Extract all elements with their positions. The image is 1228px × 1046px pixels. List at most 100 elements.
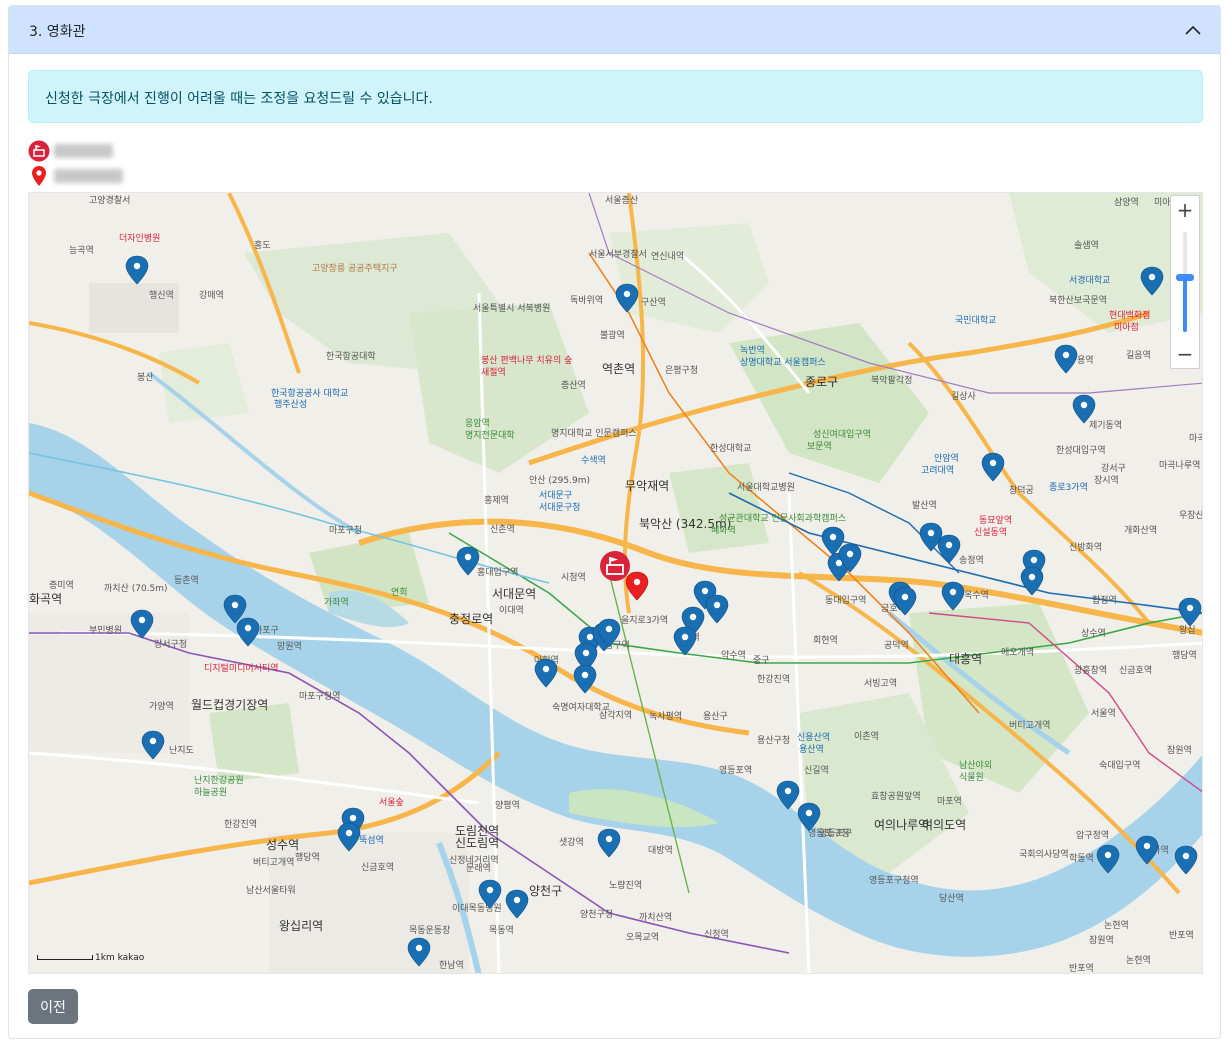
map-place-label: 월드컵경기장역 [191,698,268,712]
map-place-label: 수색역 [581,455,606,466]
map-place-label: 버티고개역 [253,857,294,868]
map-place-label: 여의도역 [922,818,966,832]
selected-cinema-marker [600,551,630,581]
map-place-label: 한남역 [439,960,464,971]
map-place-label: 한국항공대학 [326,351,376,362]
map-place-label: 신정역 [704,929,729,940]
map-place-label: 서울특별시 서북병원 [473,303,550,314]
map-place-label: 화곡역 [29,592,62,606]
map-place-label: 시청역 [561,572,586,583]
map-place-label: 성균관대학교 인문사회과학캠퍼스 [719,512,846,524]
map-place-label: 고려대역 [921,465,954,476]
zoom-out-button[interactable]: − [1171,340,1199,368]
map-place-label: 서울서부경찰서 [589,248,647,260]
map-place-label: 강서구청 [154,639,187,650]
map-place-label: 종로3가역 [1049,482,1088,493]
legend-cinema-label: ▇▇▇▇▇▇ [54,144,114,158]
map-place-label: 봉산 편백나무 치유의 숲 [481,354,572,366]
map-place-label: 녹사평역 [649,711,682,722]
map-place-label: 국민대학교 [955,315,996,326]
map-place-label: 용산역 [799,744,824,755]
map-place-label: 발산역 [912,500,937,511]
map-place-label: 성신여대입구역 [813,428,871,440]
map-place-label: 삼양역 [1114,197,1139,208]
info-alert: 신청한 극장에서 진행이 어려울 때는 조정을 요청드릴 수 있습니다. [28,70,1203,123]
map-place-label: 애오개역 [1001,647,1034,658]
previous-button[interactable]: 이전 [28,989,78,1024]
map-place-label: 식물원 [959,772,984,783]
zoom-slider-handle[interactable] [1176,274,1194,281]
map-place-label: 응암역 [465,417,490,429]
map-place-label: 대흥역 [949,652,982,666]
map-base-layer: 고양경찰서 능곡역 행신역 강매역 더자인병원 홍도 고양창릉 공공주택지구 서… [29,193,1202,973]
map-place-label: 역촌역 [602,362,635,376]
zoom-in-button[interactable]: + [1171,196,1199,224]
section-title: 3. 영화관 [29,24,86,40]
map-place-label: 안암역 [934,452,959,464]
map-place-label: 종로구 [805,375,838,389]
map-place-label: 신설동역 [974,527,1007,538]
section-header[interactable]: 3. 영화관 [9,6,1220,54]
map-place-label: 숙대입구역 [1099,759,1140,771]
map-place-label: 왕십 [1179,625,1196,636]
map-place-label: 을지로3가역 [621,615,668,626]
map-place-label: 안산 (295.9m) [529,475,590,486]
map-place-label: 현대백화점 [1109,309,1150,321]
map-place-label: 가양역 [149,701,174,712]
map-place-label: 서대문역 [492,587,536,601]
map-place-label: 홍대입구역 [477,566,518,578]
map-place-label: 삼각지역 [599,709,632,721]
map-place-label: 명지전문대학 [465,430,515,441]
map-place-label: 한강진역 [224,819,257,830]
map-place-label: 서울숲 [379,797,404,808]
map-place-label: 더자인병원 [119,233,160,244]
map-place-label: 버티고개역 [1009,720,1050,731]
map-place-label: 증미역 [49,580,74,591]
map-place-label: 신도림역 [455,836,499,850]
map-place-label: 압구정역 [1076,829,1109,841]
map-place-label: 이촌역 [854,731,879,742]
map-place-label: 서울증산 [605,195,638,206]
map-attribution: kakao [117,953,145,963]
map-place-label: 노량진역 [609,879,642,891]
theater-map[interactable]: 고양경찰서 능곡역 행신역 강매역 더자인병원 홍도 고양창릉 공공주택지구 서… [28,192,1203,974]
map-place-label: 신방화역 [1069,542,1102,553]
map-place-label: 행당역 [295,851,320,863]
map-place-label: 서경대학교 [1069,274,1110,286]
map-place-label: 합정역 [1092,595,1117,606]
map-place-label: 마곡나루역 [1159,460,1200,471]
map-place-label: 행주산성 [274,398,307,410]
map-place-label: 학동역 [1069,853,1094,864]
map-place-label: 불광역 [600,329,625,341]
map-place-label: 뚝섬역 [359,835,384,846]
chevron-up-icon[interactable] [1182,19,1204,41]
map-place-label: 여의나루역 [874,818,929,832]
map-place-label: 연신내역 [651,251,684,262]
map-place-label: 독바위역 [570,295,603,306]
map-place-label: 신금호역 [1119,665,1152,676]
map-place-label: 효창공원앞역 [871,790,921,802]
map-place-label: 송정역 [959,555,984,566]
map-place-label: 논현역 [1104,920,1129,931]
cinema-icon [28,140,50,162]
map-place-label: 남산야외 [959,759,992,771]
map-place-label: 구산역 [641,297,666,308]
map-place-label: 난지한강공원 [194,775,244,786]
map-place-label: 하늘공원 [194,787,227,798]
map-place-label: 능곡역 [69,245,94,256]
legend-location-label: ▇▇▇▇▇▇▇ [54,169,123,183]
map-place-label: 난지도 [169,745,194,756]
map-place-label: 망원역 [277,641,302,652]
location-pin-icon [28,165,50,187]
map-place-label: 광흥창역 [1074,664,1107,676]
map-place-label: 서대문구청 [539,502,580,513]
zoom-control: + − [1170,195,1200,369]
map-place-label: 새절역 [481,366,506,378]
map-place-label: 동묘앞역 [979,514,1012,526]
map-place-label: 양평역 [495,800,520,811]
map-place-label: 마포역 [937,796,962,807]
map-place-label: 개화산역 [1124,525,1157,536]
map-place-label: 부민병원 [89,625,122,636]
zoom-level-fill [1183,278,1187,332]
map-place-label: 길음역 [1126,350,1151,361]
